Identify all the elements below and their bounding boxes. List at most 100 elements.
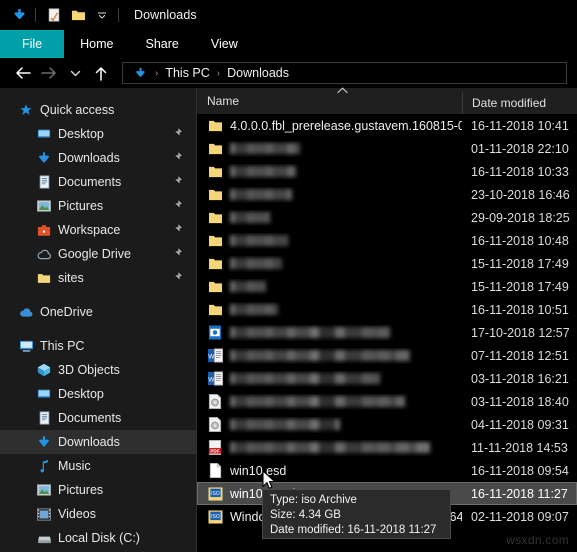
folder-icon <box>207 164 223 180</box>
sidebar-item-label: sites <box>58 271 84 285</box>
chevron-down-icon[interactable] <box>62 60 88 86</box>
toolbar-separator-2 <box>118 8 121 22</box>
watermark: wsxdn.com <box>506 533 569 547</box>
file-name-cell[interactable] <box>197 325 462 341</box>
sidebar-item-documents-pc[interactable]: Documents <box>0 406 197 430</box>
chevron-up-icon <box>337 86 348 97</box>
file-name-cell[interactable]: PDF <box>197 440 462 456</box>
file-name-cell[interactable] <box>197 302 462 318</box>
file-date-cell: 01-11-2018 22:10 <box>471 141 569 156</box>
sidebar-group-onedrive[interactable]: OneDrive <box>0 300 197 324</box>
sidebar-item-label: Videos <box>58 507 96 521</box>
new-folder-icon[interactable] <box>67 4 89 26</box>
file-name-cell[interactable] <box>197 256 462 272</box>
sidebar-item-pictures-qa[interactable]: Pictures <box>0 194 197 218</box>
file-date-cell: 03-11-2018 16:21 <box>471 371 569 386</box>
sidebar-item-google-drive[interactable]: Google Drive <box>0 242 197 266</box>
file-name-cell[interactable] <box>197 279 462 295</box>
sidebar-item-sites[interactable]: sites <box>0 266 197 290</box>
table-row[interactable]: 16-11-2018 10:48 <box>197 229 577 252</box>
redacted-file-name <box>230 303 278 316</box>
table-row[interactable]: 29-09-2018 18:25 <box>197 206 577 229</box>
table-row[interactable]: 4.0.0.0.fbl_prerelease.gustavem.160815-0… <box>197 114 577 137</box>
table-row[interactable]: W 03-11-2018 16:21 <box>197 367 577 390</box>
pin-icon[interactable] <box>170 199 183 212</box>
pin-icon[interactable] <box>170 151 183 164</box>
word-icon: W <box>207 348 223 364</box>
sidebar-item-videos[interactable]: Videos <box>0 502 197 526</box>
sidebar-item-local-disk-c[interactable]: Local Disk (C:) <box>0 526 197 550</box>
pin-icon[interactable] <box>170 127 183 140</box>
sidebar-group-this-pc[interactable]: This PC <box>0 334 197 358</box>
sidebar-item-desktop-pc[interactable]: Desktop <box>0 382 197 406</box>
breadcrumb[interactable]: › This PC › Downloads <box>122 62 567 84</box>
file-name-cell[interactable]: W <box>197 371 462 387</box>
table-row[interactable]: 01-11-2018 22:10 <box>197 137 577 160</box>
file-date-cell: 03-11-2018 18:40 <box>471 394 569 409</box>
sidebar-item-music[interactable]: Music <box>0 454 197 478</box>
table-row[interactable]: 15-11-2018 17:49 <box>197 252 577 275</box>
file-name-cell[interactable] <box>197 233 462 249</box>
file-name-cell[interactable] <box>197 394 462 410</box>
sidebar-item-desktop-qa[interactable]: Desktop <box>0 122 197 146</box>
table-row[interactable]: 17-10-2018 12:57 <box>197 321 577 344</box>
back-arrow-icon[interactable] <box>10 60 36 86</box>
file-name-cell[interactable]: win10.esd <box>197 463 462 479</box>
sidebar-item-workspace[interactable]: Workspace <box>0 218 197 242</box>
column-header-date-modified[interactable]: Date modified <box>462 92 577 114</box>
breadcrumb-this-pc[interactable]: This PC <box>162 66 212 80</box>
redacted-file-name <box>230 188 292 201</box>
forward-arrow-icon[interactable] <box>36 60 62 86</box>
table-row[interactable]: win10.esd 16-11-2018 09:54 <box>197 459 577 482</box>
sidebar-item-3d-objects[interactable]: 3D Objects <box>0 358 197 382</box>
tab-share[interactable]: Share <box>130 30 195 58</box>
table-row[interactable]: W 07-11-2018 12:51 <box>197 344 577 367</box>
file-name-cell[interactable] <box>197 141 462 157</box>
tab-home[interactable]: Home <box>64 30 129 58</box>
address-bar: › This PC › Downloads <box>0 58 577 88</box>
file-name-cell[interactable] <box>197 417 462 433</box>
sidebar-item-pictures-pc[interactable]: Pictures <box>0 478 197 502</box>
sidebar-item-label: Local Disk (C:) <box>58 531 140 545</box>
pin-icon[interactable] <box>170 247 183 260</box>
sidebar-item-downloads-qa[interactable]: Downloads <box>0 146 197 170</box>
file-name-cell[interactable] <box>197 210 462 226</box>
table-row[interactable]: 03-11-2018 18:40 <box>197 390 577 413</box>
file-name-cell[interactable] <box>197 164 462 180</box>
sidebar-group-label: OneDrive <box>40 305 93 319</box>
sidebar-item-label: Documents <box>58 175 122 189</box>
pin-icon[interactable] <box>170 271 183 284</box>
sidebar-item-label: Downloads <box>58 151 120 165</box>
customize-dropdown-icon[interactable] <box>91 4 113 26</box>
hard-drive-icon <box>36 530 52 546</box>
table-row[interactable]: 04-11-2018 09:31 <box>197 413 577 436</box>
file-name-cell[interactable]: 4.0.0.0.fbl_prerelease.gustavem.160815-0… <box>197 118 462 134</box>
properties-icon[interactable] <box>43 4 65 26</box>
file-tooltip: Type: iso Archive Size: 4.34 GB Date mod… <box>262 489 451 539</box>
redacted-file-name <box>230 441 430 454</box>
table-row[interactable]: 16-11-2018 10:33 <box>197 160 577 183</box>
sidebar-item-downloads-pc[interactable]: Downloads <box>0 430 197 454</box>
table-row[interactable]: 23-10-2018 16:46 <box>197 183 577 206</box>
breadcrumb-separator-2: › <box>216 67 221 79</box>
up-arrow-icon[interactable] <box>88 60 114 86</box>
breadcrumb-downloads[interactable]: Downloads <box>224 66 292 80</box>
table-row[interactable]: 16-11-2018 10:51 <box>197 298 577 321</box>
sidebar-group-quick-access[interactable]: Quick access <box>0 98 197 122</box>
pin-icon[interactable] <box>170 175 183 188</box>
sidebar-item-label: Desktop <box>58 387 104 401</box>
column-header-name[interactable]: Name <box>197 86 462 114</box>
sidebar-item-documents-qa[interactable]: Documents <box>0 170 197 194</box>
pin-icon[interactable] <box>170 223 183 236</box>
redacted-file-name <box>230 280 266 293</box>
tab-view[interactable]: View <box>195 30 254 58</box>
briefcase-icon <box>36 222 52 238</box>
tooltip-type: Type: iso Archive <box>270 494 357 506</box>
tab-file[interactable]: File <box>0 30 65 58</box>
toolbar-separator <box>35 8 38 22</box>
file-name-cell[interactable] <box>197 187 462 203</box>
file-name-cell[interactable]: W <box>197 348 462 364</box>
download-icon[interactable] <box>8 4 30 26</box>
table-row[interactable]: 15-11-2018 17:49 <box>197 275 577 298</box>
table-row[interactable]: PDF 11-11-2018 14:53 <box>197 436 577 459</box>
